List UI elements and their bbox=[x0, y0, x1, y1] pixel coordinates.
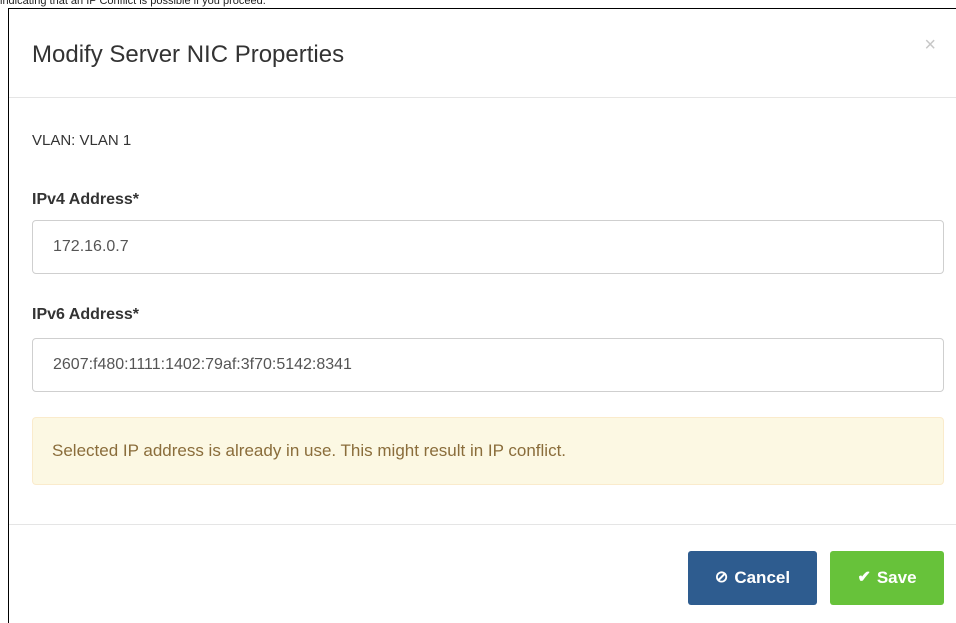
ipv6-label: IPv6 Address* bbox=[32, 306, 140, 323]
ipv4-input[interactable] bbox=[32, 220, 944, 274]
check-icon: ✔ bbox=[857, 569, 871, 586]
close-icon[interactable]: × bbox=[924, 35, 936, 55]
ipv4-label: IPv4 Address* bbox=[32, 191, 140, 208]
dialog-header: Modify Server NIC Properties × bbox=[9, 9, 956, 98]
footer-divider bbox=[9, 524, 956, 525]
cancel-button[interactable]: ⊘ Cancel bbox=[688, 551, 817, 605]
ip-conflict-alert: Selected IP address is already in use. T… bbox=[32, 417, 944, 485]
cancel-label: Cancel bbox=[734, 568, 791, 587]
dialog-title: Modify Server NIC Properties bbox=[32, 41, 345, 68]
save-button[interactable]: ✔ Save bbox=[830, 551, 944, 605]
page: indicating that an IP Conflict is possib… bbox=[0, 0, 956, 623]
caption-text: indicating that an IP Conflict is possib… bbox=[0, 0, 266, 7]
vlan-text: VLAN: VLAN 1 bbox=[32, 132, 132, 149]
ipv6-input[interactable] bbox=[32, 338, 944, 392]
modify-nic-dialog: Modify Server NIC Properties × VLAN: VLA… bbox=[8, 8, 956, 623]
save-label: Save bbox=[876, 568, 917, 587]
ban-icon: ⊘ bbox=[714, 569, 729, 586]
alert-text: Selected IP address is already in use. T… bbox=[52, 441, 567, 460]
